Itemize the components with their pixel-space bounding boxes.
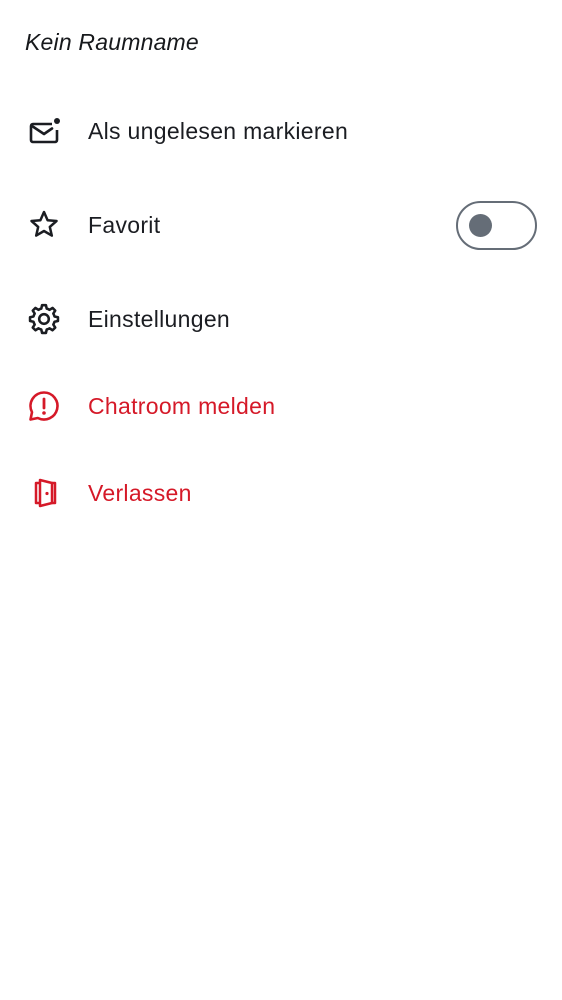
star-icon — [26, 207, 62, 243]
settings-item[interactable]: Einstellungen — [0, 287, 562, 351]
favourite-item[interactable]: Favorit — [0, 193, 562, 257]
favourite-label: Favorit — [88, 211, 161, 238]
room-title: Kein Raumname — [25, 29, 199, 55]
chat-report-icon — [26, 388, 62, 424]
favourite-toggle[interactable] — [456, 200, 537, 250]
room-options-sheet: Kein Raumname Als ungelesen markieren Fa… — [0, 0, 562, 1000]
report-chatroom-item[interactable]: Chatroom melden — [0, 374, 562, 438]
gear-icon — [26, 301, 62, 337]
door-leave-icon — [26, 475, 62, 511]
toggle-knob — [469, 213, 492, 237]
leave-room-item[interactable]: Verlassen — [0, 461, 562, 525]
report-chatroom-label: Chatroom melden — [88, 392, 276, 419]
mark-unread-label: Als ungelesen markieren — [88, 117, 349, 144]
leave-room-label: Verlassen — [88, 479, 192, 506]
settings-label: Einstellungen — [88, 305, 231, 332]
mark-unread-item[interactable]: Als ungelesen markieren — [0, 99, 562, 163]
mail-unread-icon — [26, 113, 62, 149]
